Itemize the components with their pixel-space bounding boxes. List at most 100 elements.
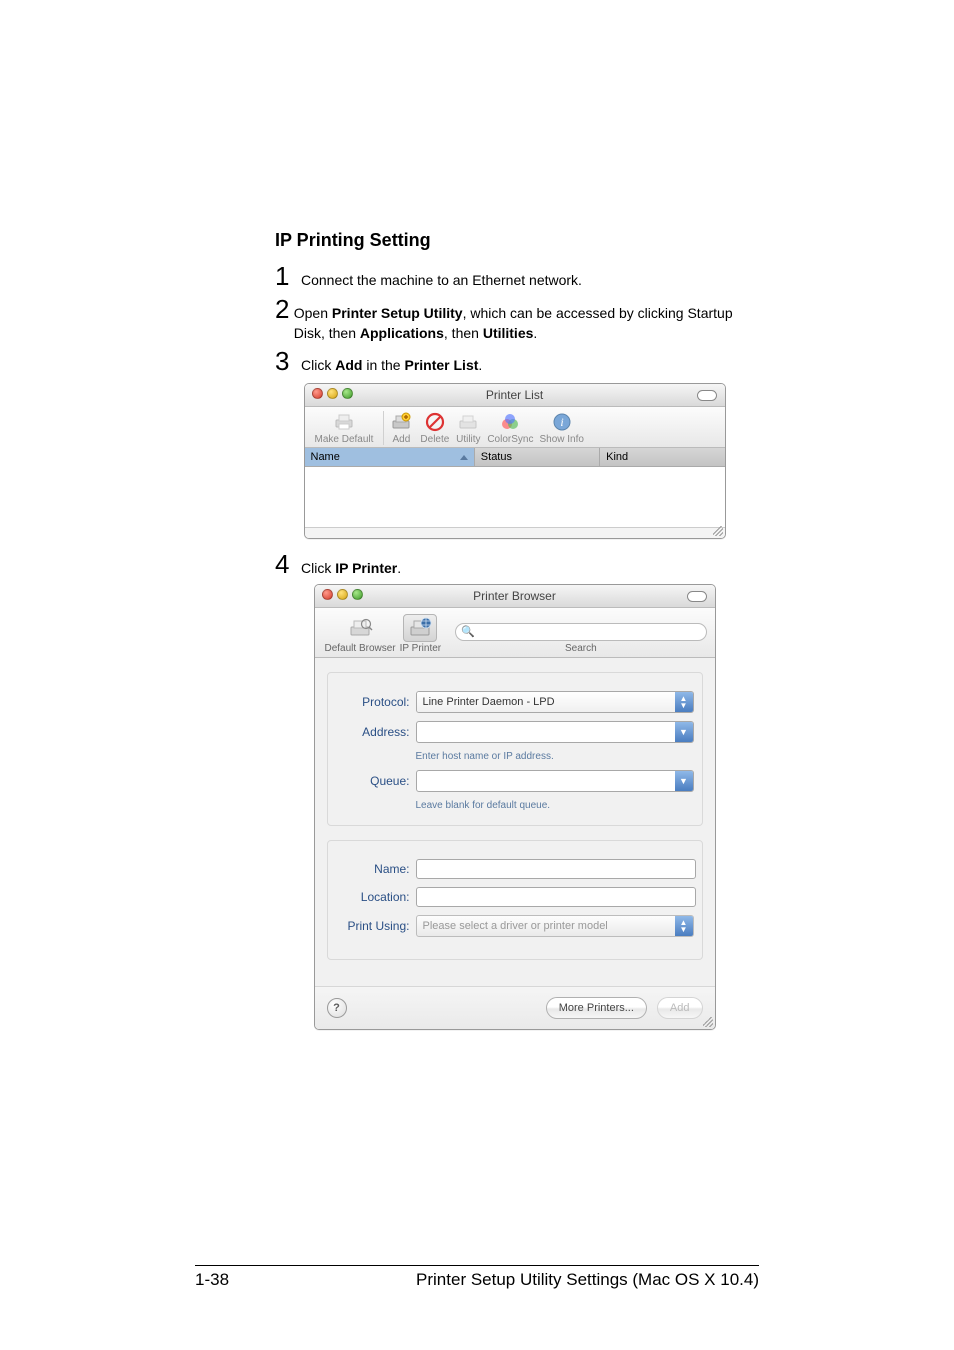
step-text-part: Open [294,305,332,321]
toolbar-toggle-icon[interactable] [687,591,707,602]
step-text-part: . [397,560,401,576]
column-status[interactable]: Status [475,448,600,466]
queue-value [417,771,675,791]
queue-hint: Leave blank for default queue. [416,800,694,811]
protocol-label: Protocol: [336,695,416,709]
chevron-updown-icon: ▲▼ [680,695,688,709]
search-label: Search [565,643,597,654]
zoom-icon[interactable] [342,388,353,399]
name-row: Name: [336,859,694,879]
step-text-part: Click [301,357,335,373]
column-kind[interactable]: Kind [600,448,724,466]
colorsync-button[interactable]: ColorSync [487,411,533,445]
footer-title: Printer Setup Utility Settings (Mac OS X… [416,1270,759,1290]
page-footer: 1-38 Printer Setup Utility Settings (Mac… [0,1265,954,1290]
window-controls [322,589,363,600]
step-3: 3 Click Add in the Printer List. [275,346,754,377]
step-number: 2 [275,294,290,325]
queue-row: Queue: ▼ [336,770,694,792]
queue-input[interactable]: ▼ [416,770,694,792]
address-input[interactable]: ▼ [416,721,694,743]
delete-button[interactable]: Delete [420,411,449,445]
close-icon[interactable] [312,388,323,399]
printer-icon [331,411,357,433]
step-number: 3 [275,346,297,377]
step-2: 2 Open Printer Setup Utility, which can … [275,294,754,344]
chevron-down-icon: ▼ [679,727,688,737]
column-label: Name [311,451,340,463]
show-info-button[interactable]: i Show Info [539,411,583,445]
location-input[interactable] [416,887,696,907]
printer-list-body[interactable] [305,467,725,527]
more-printers-button[interactable]: More Printers... [546,997,647,1019]
step-1: 1 Connect the machine to an Ethernet net… [275,261,754,292]
dropdown-button[interactable]: ▼ [675,771,693,791]
search-field-wrap: 🔍 [455,623,706,641]
print-using-label: Print Using: [336,919,416,933]
step-text-bold: Utilities [483,325,534,341]
toolbar-label: Show Info [539,434,583,445]
toolbar-label: Delete [420,434,449,445]
address-hint: Enter host name or IP address. [416,751,694,762]
svg-text:i: i [560,415,563,429]
add-printer-button[interactable]: Add [657,997,703,1019]
page-number: 1-38 [195,1270,229,1290]
step-text-bold: IP Printer [335,560,397,576]
toolbar-label: Default Browser [325,643,396,654]
wrench-icon [455,411,481,433]
ip-printer-button[interactable]: IP Printer [400,614,442,654]
make-default-button[interactable]: Make Default [315,411,374,445]
step-number: 4 [275,549,297,580]
printer-browser-footer: ? More Printers... Add [315,986,715,1029]
footer-buttons: More Printers... Add [546,997,703,1019]
no-entry-icon [422,411,448,433]
address-value [417,722,675,742]
search-container: 🔍 Search [455,623,706,654]
print-using-row: Print Using: Please select a driver or p… [336,915,694,937]
default-browser-button[interactable]: Default Browser [325,616,396,654]
step-text: Connect the machine to an Ethernet netwo… [301,270,582,290]
titlebar[interactable]: Printer Browser [315,585,715,608]
add-printer-icon [388,411,414,433]
step-text-bold: Printer List [404,357,478,373]
protocol-select[interactable]: Line Printer Daemon - LPD ▲▼ [416,691,694,713]
name-input[interactable] [416,859,696,879]
window-title: Printer List [486,388,543,402]
print-using-value: Please select a driver or printer model [417,916,675,936]
printer-list-toolbar: Make Default Add Delete Utility [305,407,725,448]
dropdown-button[interactable]: ▲▼ [675,916,693,936]
titlebar[interactable]: Printer List [305,384,725,407]
info-icon: i [549,411,575,433]
minimize-icon[interactable] [337,589,348,600]
step-text-bold: Printer Setup Utility [332,305,463,321]
protocol-value: Line Printer Daemon - LPD [417,692,675,712]
step-text: Click Add in the Printer List. [301,355,482,375]
step-text-bold: Applications [360,325,444,341]
utility-button[interactable]: Utility [455,411,481,445]
help-button[interactable]: ? [327,998,347,1018]
minimize-icon[interactable] [327,388,338,399]
zoom-icon[interactable] [352,589,363,600]
dropdown-button[interactable]: ▼ [675,722,693,742]
add-button[interactable]: Add [388,411,414,445]
close-icon[interactable] [322,589,333,600]
toolbar-label: Utility [456,434,480,445]
search-icon: 🔍 [461,625,475,638]
printer-list-window: Printer List Make Default Add [304,383,726,539]
column-name[interactable]: Name [305,448,475,466]
printer-browser-body: Protocol: Line Printer Daemon - LPD ▲▼ A… [315,658,715,986]
print-using-select[interactable]: Please select a driver or printer model … [416,915,694,937]
address-label: Address: [336,725,416,739]
window-title: Printer Browser [473,589,556,603]
printer-browser-toolbar: Default Browser IP Printer 🔍 Search [315,608,715,658]
location-row: Location: [336,887,694,907]
protocol-row: Protocol: Line Printer Daemon - LPD ▲▼ [336,691,694,713]
search-input[interactable] [455,623,706,641]
chevron-updown-icon: ▲▼ [680,919,688,933]
separator [383,411,384,445]
step-text: Click IP Printer. [301,558,401,578]
dropdown-button[interactable]: ▲▼ [675,692,693,712]
toolbar-toggle-icon[interactable] [697,390,717,401]
section-title: IP Printing Setting [275,230,754,251]
resize-handle[interactable] [305,527,725,538]
